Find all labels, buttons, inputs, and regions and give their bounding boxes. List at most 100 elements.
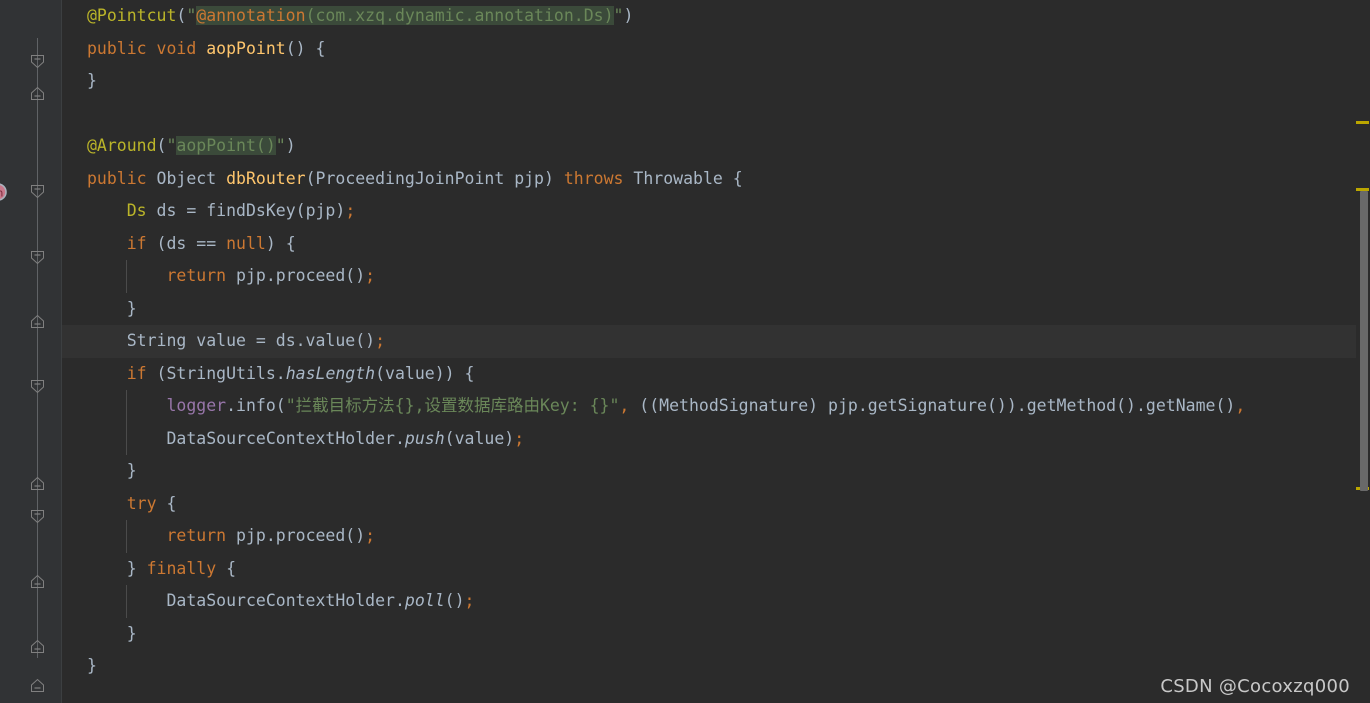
code-token: " (166, 136, 177, 155)
line-pointcut[interactable]: @Pointcut("@annotation(com.xzq.dynamic.a… (62, 0, 1356, 33)
code-token: throws (563, 168, 624, 188)
fold-collapse-icon[interactable] (30, 54, 45, 69)
code-token: logger (166, 396, 227, 415)
code-token: () (444, 591, 465, 610)
code-token: () { (285, 38, 326, 58)
line-close-if-haslength[interactable]: } (62, 455, 1356, 488)
code-token: if (126, 233, 147, 253)
line-finally[interactable]: } finally { (62, 553, 1356, 586)
code-token: DataSourceContextHolder. (166, 428, 405, 448)
code-token: @Pointcut (87, 6, 177, 25)
code-token: (value)) { (375, 363, 475, 383)
code-token: ds = findDsKey(pjp) (146, 201, 346, 220)
code-token: ( (156, 136, 167, 155)
code-token: ; (375, 331, 386, 350)
fold-end-icon[interactable] (30, 574, 45, 589)
fold-end-icon[interactable] (30, 639, 45, 654)
line-aoppoint-close[interactable]: } (62, 65, 1356, 98)
code-token: return (166, 266, 227, 285)
line-push-value[interactable]: DataSourceContextHolder.push(value); (62, 423, 1356, 456)
code-token: String value = ds.value() (126, 331, 376, 350)
indent-guide (126, 260, 127, 293)
fold-end-icon[interactable] (30, 86, 45, 101)
code-token: ) (623, 6, 634, 25)
code-editor[interactable]: m @Pointcut("@annotati (0, 0, 1370, 703)
code-token: Throwable { (623, 168, 743, 188)
line-ds-findkey[interactable]: Ds ds = findDsKey(pjp); (62, 195, 1356, 228)
code-token: ; (514, 428, 525, 448)
code-token: void (156, 38, 197, 58)
line-close-if-null[interactable]: } (62, 293, 1356, 326)
code-token: ( (176, 6, 187, 25)
code-token: } (87, 656, 97, 675)
code-token: Object (146, 168, 227, 188)
code-token: if (126, 363, 147, 383)
code-token: return (166, 526, 227, 545)
code-token: hasLength (285, 363, 376, 383)
code-token: public (87, 38, 147, 58)
code-token: } (126, 298, 137, 318)
fold-collapse-icon[interactable] (30, 250, 45, 265)
code-token: aopPoint (206, 38, 286, 58)
warning-marker-stripe[interactable] (1356, 121, 1369, 124)
line-poll[interactable]: DataSourceContextHolder.poll(); (62, 585, 1356, 618)
code-token: " (275, 136, 286, 155)
line-if-null[interactable]: if (ds == null) { (62, 228, 1356, 261)
code-token: (StringUtils. (146, 363, 286, 383)
code-token: } (126, 623, 137, 643)
code-token: .info( (226, 396, 286, 415)
fold-collapse-icon[interactable] (30, 379, 45, 394)
svg-text:m: m (0, 187, 3, 200)
code-token: "拦截目标方法{},设置数据库路由Key: {}" (285, 396, 620, 415)
line-around[interactable]: @Around("aopPoint()") (62, 130, 1356, 163)
method-override-marker-icon[interactable]: m (0, 182, 10, 202)
code-token: ; (464, 591, 475, 610)
indent-guide (126, 585, 127, 618)
error-stripe-marker-track[interactable] (1356, 0, 1370, 703)
line-return-proceed-2[interactable]: return pjp.proceed(); (62, 520, 1356, 553)
code-token: DataSourceContextHolder. (166, 591, 405, 610)
code-token: @annotation (196, 6, 306, 25)
code-token: ) (285, 136, 296, 155)
code-token: poll (404, 591, 445, 610)
fold-collapse-icon[interactable] (30, 509, 45, 524)
code-token: ) { (265, 233, 296, 253)
code-token: pjp.proceed() (226, 526, 366, 545)
line-logger-info[interactable]: logger.info("拦截目标方法{},设置数据库路由Key: {}", (… (62, 390, 1356, 423)
code-token: @Around (87, 136, 157, 155)
line-close-try[interactable]: } (62, 618, 1356, 651)
fold-end-icon[interactable] (30, 476, 45, 491)
code-token: { (216, 558, 237, 578)
code-text-area[interactable]: @Pointcut("@annotation(com.xzq.dynamic.a… (62, 0, 1356, 703)
code-token: dbRouter (226, 168, 306, 188)
line-if-haslength[interactable]: if (StringUtils.hasLength(value)) { (62, 358, 1356, 391)
line-return-proceed-1[interactable]: return pjp.proceed(); (62, 260, 1356, 293)
code-token: { (156, 493, 177, 513)
code-token: (com.xzq.dynamic.annotation.Ds) (305, 6, 614, 25)
code-token: , (1235, 396, 1246, 415)
fold-collapse-icon[interactable] (30, 184, 45, 199)
fold-end-icon[interactable] (30, 314, 45, 329)
editor-gutter[interactable]: m (0, 0, 62, 703)
indent-guide (126, 390, 127, 455)
code-token: ; (345, 201, 356, 220)
code-token: (ds == (146, 233, 227, 253)
line-blank-1[interactable] (62, 98, 1356, 131)
line-dbrouter-decl[interactable]: public Object dbRouter(ProceedingJoinPoi… (62, 163, 1356, 196)
line-aoppoint-decl[interactable]: public void aopPoint() { (62, 33, 1356, 66)
code-token: (ProceedingJoinPoint pjp) (305, 168, 564, 188)
fold-end-icon[interactable] (30, 678, 45, 693)
line-string-value[interactable]: String value = ds.value(); (62, 325, 1356, 358)
fold-region-line (37, 38, 38, 658)
code-token: aopPoint() (176, 136, 276, 155)
vertical-scrollbar-thumb[interactable] (1360, 191, 1368, 491)
line-try[interactable]: try { (62, 488, 1356, 521)
